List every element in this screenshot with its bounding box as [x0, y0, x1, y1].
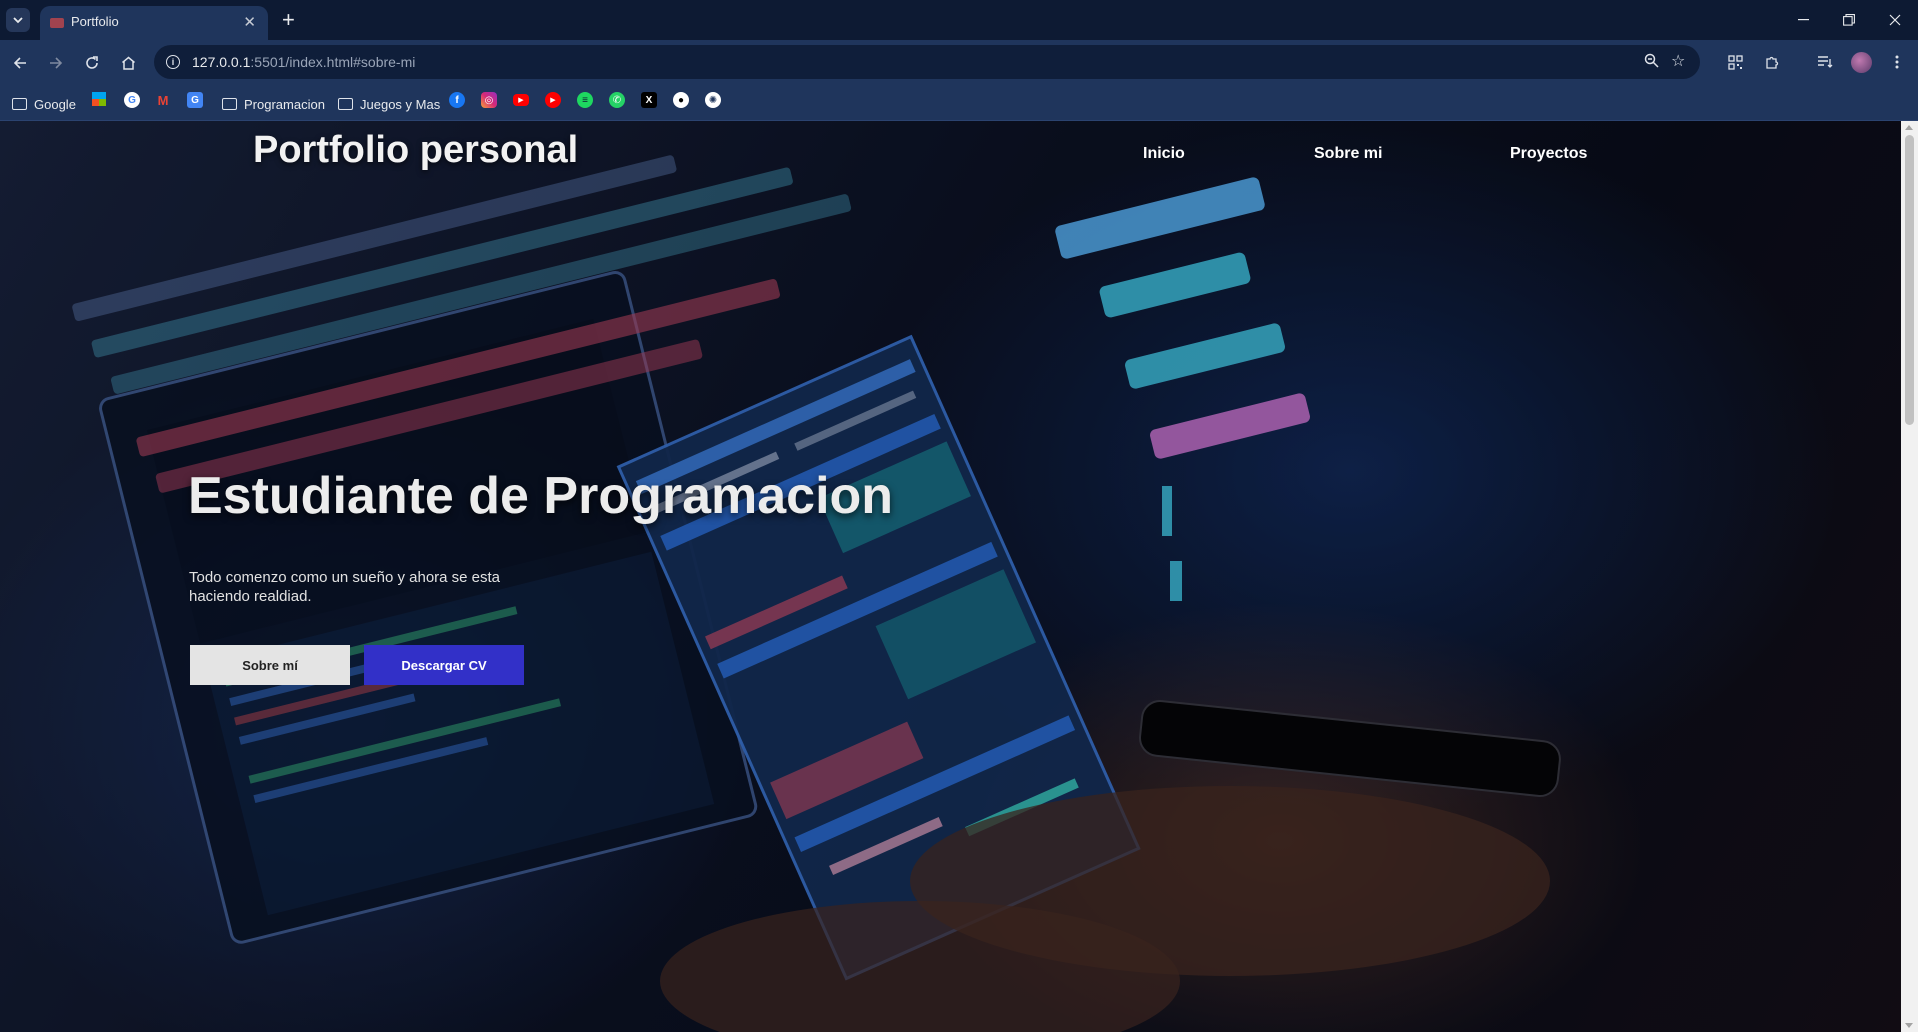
- home-icon: [121, 56, 135, 70]
- bookmark-star-icon[interactable]: ☆: [1671, 51, 1685, 71]
- tab-title: Portfolio: [71, 14, 119, 29]
- tab-search-button[interactable]: [6, 8, 30, 32]
- folder-icon: [338, 98, 353, 110]
- url-text[interactable]: 127.0.0.1:5501/index.html#sobre-mi: [192, 54, 415, 70]
- sobre-mi-button[interactable]: Sobre mí: [190, 645, 350, 685]
- github-icon[interactable]: ●: [673, 92, 689, 108]
- extensions-puzzle-icon[interactable]: [1761, 51, 1783, 73]
- bookmark-folder-google[interactable]: Google: [12, 95, 76, 113]
- page-viewport: Portfolio personal Inicio Sobre mi Proye…: [0, 121, 1901, 1032]
- page-scrollbar[interactable]: [1901, 121, 1918, 1032]
- profile-avatar[interactable]: [1851, 52, 1872, 73]
- spotify-icon[interactable]: ≡: [577, 92, 593, 108]
- nav-link-proyectos[interactable]: Proyectos: [1510, 145, 1587, 163]
- back-button[interactable]: [8, 51, 32, 75]
- chatgpt-icon[interactable]: ✺: [705, 92, 721, 108]
- site-logo[interactable]: Portfolio personal: [253, 129, 578, 172]
- browser-tab-strip: Portfolio ✕ +: [0, 0, 1918, 40]
- hero-title: Estudiante de Programacion: [188, 467, 894, 525]
- minimize-window-button[interactable]: [1780, 7, 1826, 33]
- browser-tab-active[interactable]: Portfolio ✕: [40, 6, 268, 40]
- close-tab-icon[interactable]: ✕: [243, 13, 256, 33]
- bookmark-folder-programacion[interactable]: Programacion: [222, 95, 325, 113]
- folder-icon: [12, 98, 27, 110]
- microsoft-icon[interactable]: [92, 92, 106, 106]
- scrollbar-thumb[interactable]: [1905, 135, 1914, 425]
- browser-menu-icon[interactable]: [1886, 51, 1908, 73]
- gmail-icon[interactable]: M: [155, 92, 171, 108]
- youtube-icon[interactable]: ▶: [513, 94, 529, 106]
- restore-icon: [1843, 14, 1855, 26]
- instagram-icon[interactable]: ◎: [481, 92, 497, 108]
- facebook-icon[interactable]: f: [449, 92, 465, 108]
- restore-window-button[interactable]: [1826, 7, 1872, 33]
- x-icon[interactable]: X: [641, 92, 657, 108]
- folder-icon: [222, 98, 237, 110]
- scroll-up-arrow-icon[interactable]: [1905, 125, 1913, 130]
- google-icon[interactable]: G: [124, 92, 140, 108]
- minimize-icon: [1797, 19, 1809, 21]
- scroll-down-arrow-icon[interactable]: [1905, 1023, 1913, 1028]
- bookmark-folder-juegos[interactable]: Juegos y Mas: [338, 95, 440, 113]
- chevron-down-icon: [13, 17, 23, 24]
- youtube-music-icon[interactable]: ▶: [545, 92, 561, 108]
- close-window-button[interactable]: [1872, 7, 1918, 33]
- site-info-icon[interactable]: i: [166, 55, 180, 69]
- reading-list-icon[interactable]: [1814, 51, 1836, 73]
- home-button[interactable]: [116, 51, 140, 75]
- bookmarks-bar: Google Programacion Juegos y Mas: [0, 86, 1918, 121]
- whatsapp-icon[interactable]: ✆: [609, 92, 625, 108]
- nav-link-sobre-mi[interactable]: Sobre mi: [1314, 145, 1382, 163]
- reload-button[interactable]: [80, 51, 104, 75]
- forward-button[interactable]: [44, 51, 68, 75]
- reload-icon: [86, 56, 98, 69]
- download-cv-button[interactable]: Descargar CV: [364, 645, 524, 685]
- site-header: Portfolio personal Inicio Sobre mi Proye…: [0, 121, 1901, 191]
- close-icon: [1889, 14, 1901, 26]
- browser-toolbar: i 127.0.0.1:5501/index.html#sobre-mi ☆: [0, 40, 1918, 86]
- tab-favicon-icon: [50, 18, 64, 28]
- arrow-right-icon: [50, 57, 63, 69]
- zoom-icon[interactable]: [1644, 53, 1659, 73]
- translate-icon[interactable]: G: [187, 92, 203, 108]
- qr-code-extension-icon[interactable]: [1724, 51, 1746, 73]
- arrow-left-icon: [13, 57, 26, 69]
- hero-description: Todo comenzo como un sueño y ahora se es…: [189, 569, 501, 605]
- new-tab-button[interactable]: +: [282, 7, 295, 33]
- address-bar[interactable]: i 127.0.0.1:5501/index.html#sobre-mi ☆: [154, 45, 1700, 79]
- nav-link-inicio[interactable]: Inicio: [1143, 145, 1185, 163]
